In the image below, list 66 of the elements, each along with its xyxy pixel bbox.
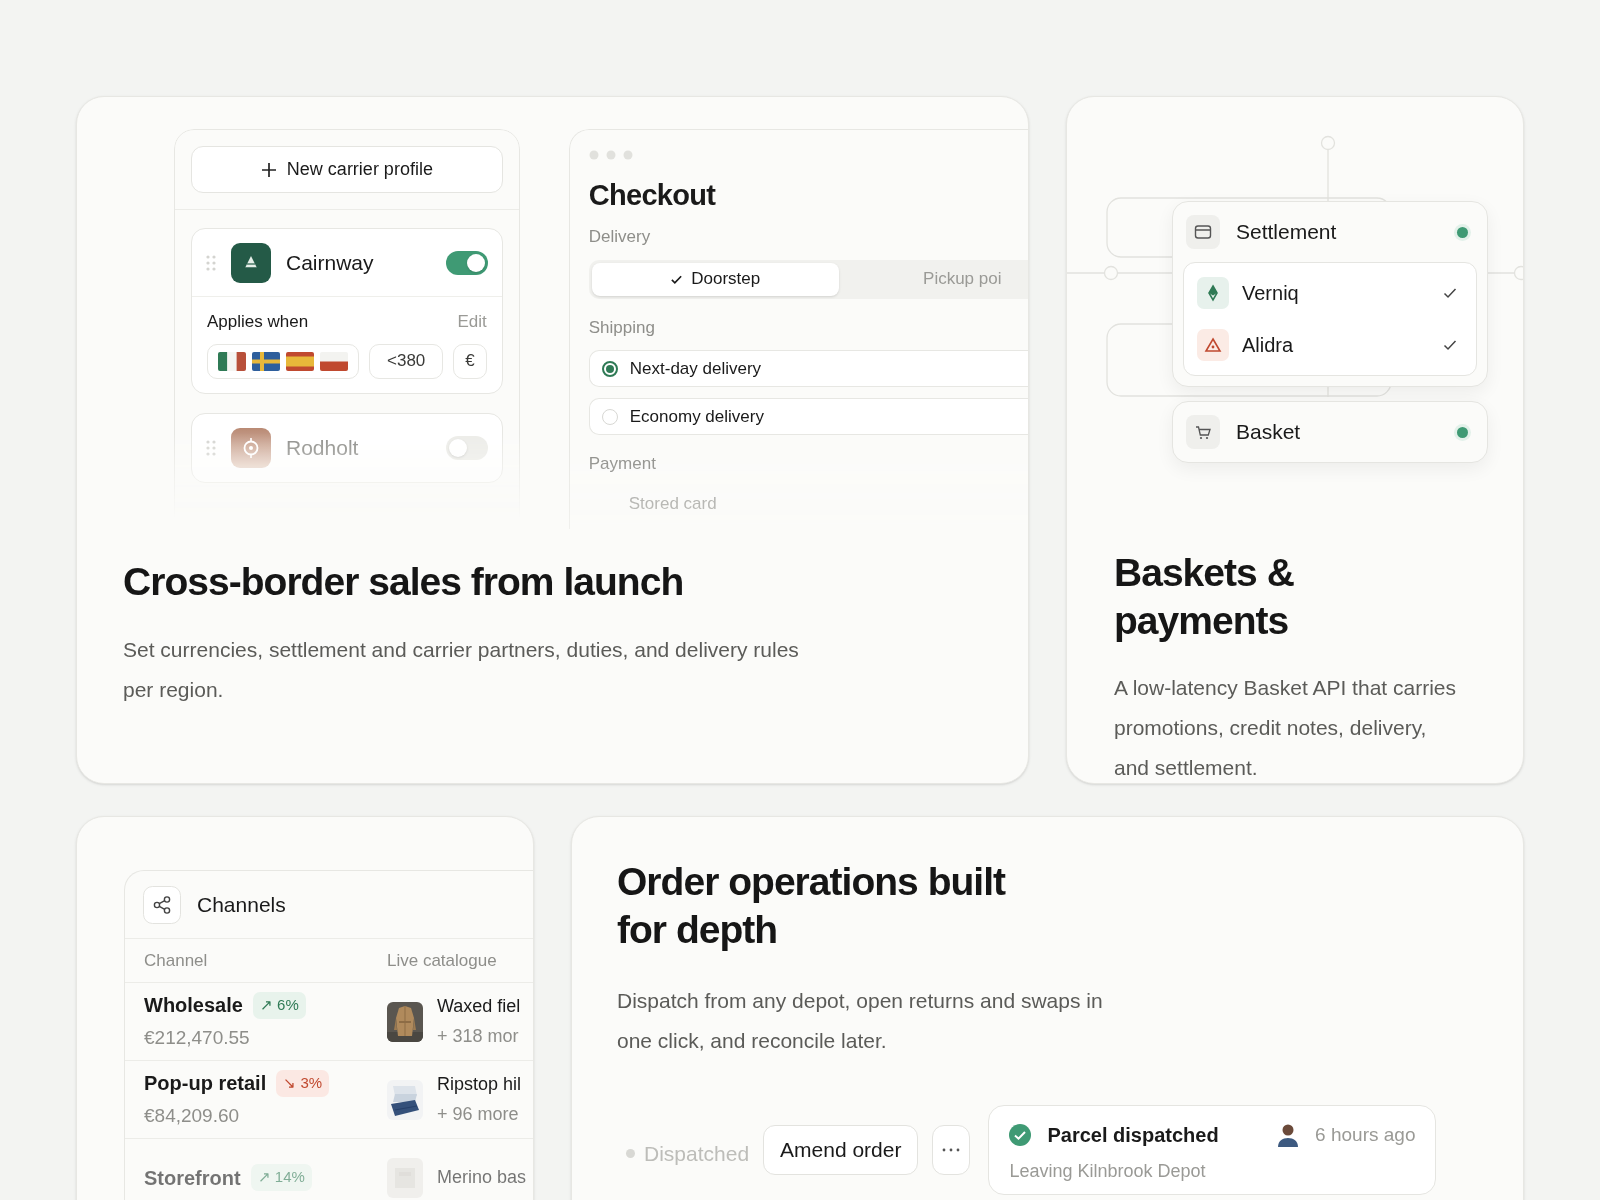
event-time: 6 hours ago	[1315, 1122, 1416, 1147]
product-name: Ripstop hil	[437, 1073, 522, 1096]
provider-row[interactable]: Verniq	[1184, 267, 1476, 319]
more-icon	[942, 1148, 961, 1152]
target-logo-icon	[231, 427, 271, 468]
status-label: Dispatched	[644, 1141, 750, 1167]
flow-node[interactable]: Basket	[1172, 401, 1488, 463]
flag-icon	[320, 351, 348, 371]
channel-name: Storefront	[144, 1165, 241, 1191]
currency-chip: €	[453, 343, 487, 379]
flag-icon	[286, 351, 314, 371]
product-name: Merino bas	[437, 1166, 527, 1189]
avatar	[1277, 1123, 1300, 1147]
heading: Baskets & payments	[1114, 550, 1295, 644]
flow-node[interactable]: Settlement Verniq Alidra	[1172, 201, 1488, 387]
cart-icon	[1186, 415, 1220, 449]
amend-order-button[interactable]: Amend order	[763, 1125, 919, 1175]
channel-name: Pop-up retail	[144, 1071, 267, 1097]
node-title: Settlement	[1236, 219, 1337, 246]
event-detail: Leaving Kilnbrook Depot	[1009, 1160, 1207, 1183]
new-profile-button[interactable]: New carrier profile	[191, 146, 503, 193]
flag-icon	[218, 351, 246, 371]
channel-amount: €212,470.55	[144, 1026, 251, 1051]
column-header: Live catalogue	[387, 949, 497, 972]
threshold-chip: <380	[369, 343, 444, 379]
flag-icon	[252, 351, 280, 371]
section-label: Shipping	[588, 316, 656, 339]
channel-name: Wholesale	[144, 993, 243, 1019]
share-icon	[143, 885, 181, 924]
more-count: + 96 more	[437, 1103, 520, 1126]
provider-row[interactable]: Alidra	[1184, 319, 1476, 371]
event-title: Parcel dispatched	[1047, 1123, 1219, 1148]
checkout-title: Checkout	[588, 178, 717, 212]
node-title: Basket	[1236, 419, 1301, 446]
profile-name: Cairnway	[286, 249, 374, 276]
section-label: Delivery	[588, 226, 652, 248]
drag-handle-icon[interactable]	[206, 254, 216, 271]
description: Dispatch from any depot, open returns and swaps in one click, and reconcile later.	[617, 988, 1104, 1054]
shipping-option[interactable]: Next-day delivery	[588, 350, 1028, 387]
toggle-switch[interactable]	[445, 435, 488, 460]
radio-button[interactable]	[601, 360, 618, 377]
triangle-logo-icon	[231, 242, 271, 283]
drag-handle-icon[interactable]	[206, 439, 216, 456]
section-label: Applies when	[207, 311, 309, 333]
more-button[interactable]	[932, 1125, 971, 1175]
delivery-tab[interactable]: Doorstep	[591, 262, 839, 296]
profile-name: Rodholt	[286, 434, 359, 461]
heading: Cross-border sales from launch	[123, 559, 685, 605]
check-circle-icon	[1009, 1124, 1032, 1146]
description: Set currencies, settlement and carrier partners, duties, and delivery rules per region.	[123, 637, 800, 703]
trend-badge: ↘ 3%	[276, 1070, 330, 1097]
card-icon	[1186, 215, 1220, 249]
trend-badge: ↗ 14%	[250, 1164, 312, 1191]
section-label: Payment	[588, 453, 657, 475]
shipping-option[interactable]: Economy delivery	[588, 398, 1028, 435]
column-header: Channel	[144, 949, 209, 972]
more-count: + 318 mor	[437, 1025, 520, 1048]
panel-title: Channels	[197, 891, 286, 918]
trend-badge: ↗ 6%	[252, 992, 306, 1019]
window-dots-icon	[588, 150, 633, 160]
channel-amount: €84,209.60	[144, 1104, 241, 1129]
heading: Order operations built for depth	[617, 859, 1007, 953]
description: A low-latency Basket API that carries promotions, credit notes, delivery, and settlement.	[1114, 675, 1457, 781]
product-name: Waxed fiel	[437, 995, 521, 1018]
plus-icon	[260, 161, 277, 178]
toggle-switch[interactable]	[445, 250, 488, 275]
